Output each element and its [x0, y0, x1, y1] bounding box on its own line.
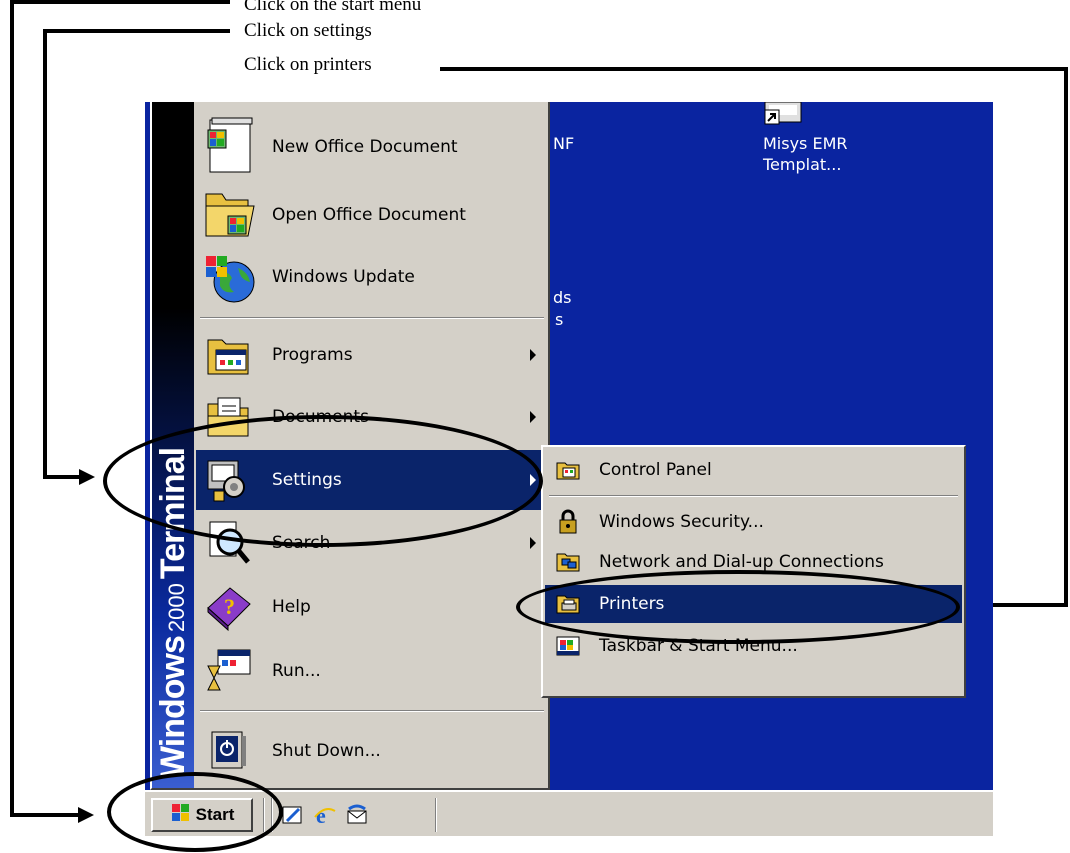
shut-down-icon [204, 726, 254, 776]
start-menu-item-new-office-document[interactable]: New Office Document [196, 110, 548, 184]
submenu-arrow-icon [530, 411, 536, 423]
submenu-item-label: Network and Dial-up Connections [599, 552, 884, 572]
callout-line-start-top [10, 0, 230, 4]
windows-update-icon [204, 252, 255, 303]
start-menu-item-label: Windows Update [272, 267, 415, 287]
start-menu-item-label: Programs [272, 345, 353, 365]
submenu-item-label: Control Panel [599, 460, 712, 480]
misys-emr-shortcut-icon[interactable] [757, 102, 807, 128]
callout-line-settings-top [43, 29, 230, 33]
desktop-text-fragment: s [555, 310, 564, 329]
banner-windows: Windows [154, 636, 192, 778]
show-desktop-icon[interactable] [281, 803, 305, 827]
desktop-text-fragment: ds [553, 288, 572, 307]
start-menu-item-label: Open Office Document [272, 205, 466, 225]
submenu-divider [549, 495, 958, 497]
run-icon [204, 646, 254, 696]
callout-line-printers-top [440, 67, 1068, 71]
desktop-text-fragment: NF [553, 134, 575, 153]
callout-line-settings-bottom [43, 475, 79, 479]
callout-line-start-vertical [10, 0, 14, 817]
network-icon [555, 549, 581, 575]
new-office-document-icon [204, 117, 254, 173]
control-panel-icon [555, 457, 581, 483]
callout-line-start-bottom [10, 813, 78, 817]
start-menu-item-label: Run... [272, 661, 321, 681]
start-menu-item-shut-down[interactable]: Shut Down... [196, 720, 548, 782]
callout-arrow-settings [79, 469, 95, 485]
submenu-arrow-icon [530, 349, 536, 361]
taskbar-separator [435, 798, 437, 832]
submenu-item-label: Windows Security... [599, 512, 764, 532]
highlight-circle-settings [103, 415, 543, 547]
start-menu-item-open-office-document[interactable]: Open Office Document [196, 184, 548, 246]
outlook-express-icon[interactable] [345, 803, 369, 827]
start-menu-divider [200, 317, 544, 319]
windows-security-icon [555, 509, 581, 535]
programs-icon [204, 330, 254, 380]
callout-line-printers-vertical [1064, 67, 1068, 607]
start-menu-item-programs[interactable]: Programs [196, 324, 548, 386]
open-office-document-icon [204, 190, 255, 240]
start-menu-divider [200, 710, 544, 712]
start-menu-item-label: Shut Down... [272, 741, 381, 761]
internet-explorer-icon[interactable]: e [313, 803, 337, 828]
taskbar-icon [555, 633, 581, 659]
submenu-item-control-panel[interactable]: Control Panel [545, 451, 962, 489]
highlight-circle-start [107, 772, 283, 852]
callout-line-printers-bottom [988, 603, 1068, 607]
callout-line-settings-vertical [43, 29, 47, 479]
start-menu-item-run[interactable]: Run... [196, 640, 548, 702]
highlight-circle-printers [516, 570, 960, 644]
svg-text:?: ? [224, 594, 235, 619]
start-menu-item-label: Help [272, 597, 311, 617]
instruction-settings: Click on settings [244, 20, 372, 41]
submenu-item-windows-security[interactable]: Windows Security... [545, 503, 962, 541]
instruction-printers: Click on printers [244, 54, 372, 75]
banner-version: 2000 [164, 583, 189, 633]
start-menu-item-windows-update[interactable]: Windows Update [196, 246, 548, 308]
misys-emr-shortcut-label[interactable]: Templat... [763, 155, 841, 175]
submenu-arrow-icon [530, 537, 536, 549]
callout-arrow-start [78, 807, 94, 823]
misys-emr-shortcut-label[interactable]: Misys EMR [763, 134, 848, 154]
start-menu-item-label: New Office Document [272, 137, 458, 157]
instruction-start-menu: Click on the start menu [244, 0, 422, 15]
start-menu-item-help[interactable]: ? Help [196, 576, 548, 638]
help-icon: ? [204, 582, 254, 632]
